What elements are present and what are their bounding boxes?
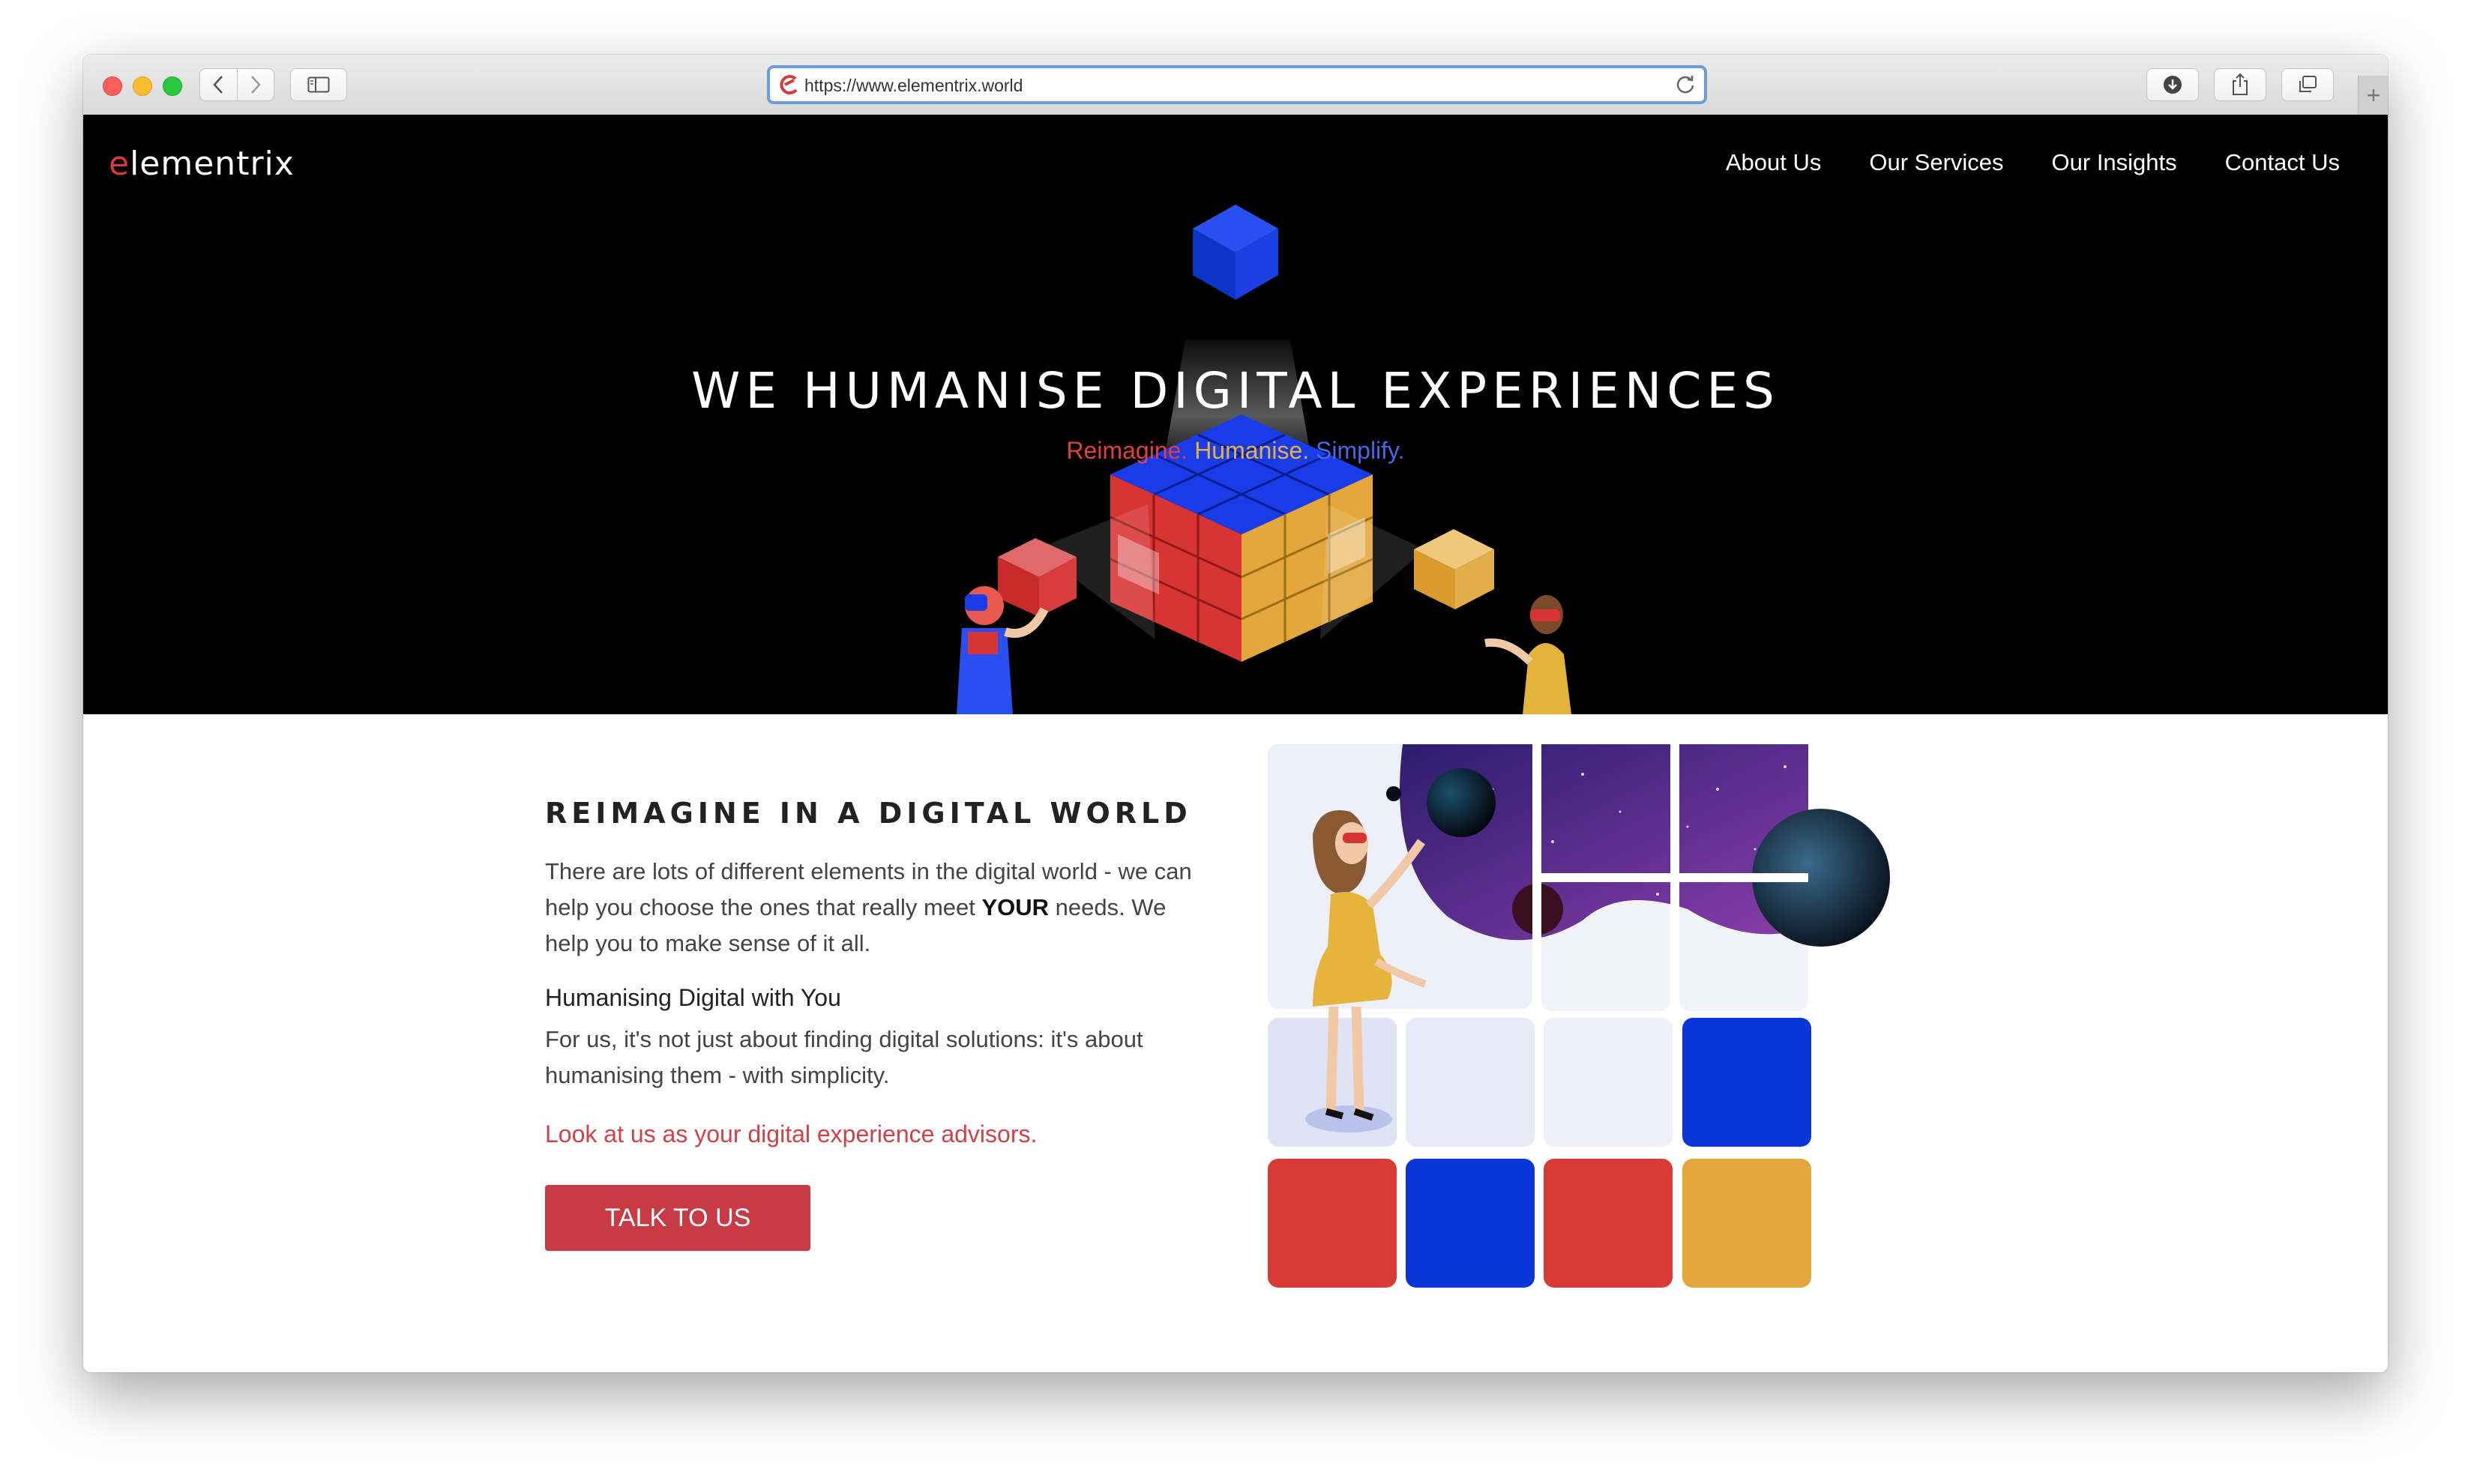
tagline-reimagine: Reimagine.	[1066, 437, 1188, 464]
back-icon	[213, 76, 223, 94]
intro-paragraph: There are lots of different elements in …	[545, 854, 1205, 962]
nav-contact-us[interactable]: Contact Us	[2225, 149, 2340, 176]
humanising-paragraph: For us, it's not just about finding digi…	[545, 1026, 1143, 1088]
yellow-cube	[1414, 529, 1494, 609]
close-window-button[interactable]	[103, 76, 122, 96]
subheading: Humanising Digital with You	[545, 984, 841, 1011]
nav-our-services[interactable]: Our Services	[1869, 149, 2003, 176]
downloads-button[interactable]	[2146, 68, 2199, 101]
web-page: elementrix About Us Our Services Our Ins…	[83, 115, 2388, 1372]
reload-icon[interactable]	[1674, 73, 1697, 96]
section-title: REIMAGINE IN A DIGITAL WORLD	[545, 797, 1192, 830]
tagline-humanise: Humanise.	[1194, 437, 1310, 464]
forward-button[interactable]	[236, 69, 274, 100]
talk-to-us-button[interactable]: TALK TO US	[545, 1185, 810, 1251]
forward-icon	[250, 76, 261, 94]
main-nav: About Us Our Services Our Insights Conta…	[1726, 149, 2340, 176]
hero-title: WE HUMANISE DIGITAL EXPERIENCES	[691, 362, 1780, 420]
zoom-window-button[interactable]	[163, 76, 182, 96]
share-button[interactable]	[2214, 68, 2266, 101]
new-tab-button[interactable]: +	[2358, 76, 2388, 115]
browser-toolbar: https://www.elementrix.world +	[83, 55, 2388, 116]
tabs-icon	[2299, 76, 2317, 92]
logo-wordmark: lementrix	[130, 145, 295, 183]
hero-tagline: Reimagine. Humanise. Simplify.	[83, 437, 2388, 465]
history-nav-group	[199, 68, 274, 101]
minimize-window-button[interactable]	[133, 76, 152, 96]
hero-section: elementrix About Us Our Services Our Ins…	[83, 115, 2388, 714]
site-logo-icon	[780, 75, 798, 95]
url-text[interactable]: https://www.elementrix.world	[804, 76, 1023, 96]
sidebar-toggle-button[interactable]	[290, 68, 347, 101]
floating-blue-cube	[1193, 205, 1278, 300]
show-tabs-button[interactable]	[2281, 68, 2334, 101]
sidebar-icon	[307, 76, 330, 93]
new-tab-symbol: +	[2366, 81, 2381, 109]
advisor-line: Look at us as your digital experience ad…	[545, 1120, 1038, 1147]
intro-text-bold: YOUR	[981, 894, 1050, 920]
nav-our-insights[interactable]: Our Insights	[2052, 149, 2177, 176]
right-person	[1484, 595, 1571, 714]
site-logo[interactable]: elementrix	[109, 145, 295, 183]
logo-letter-e: e	[109, 145, 130, 183]
address-bar[interactable]: https://www.elementrix.world	[767, 65, 1707, 104]
tile-illustration	[1268, 744, 1890, 1288]
nav-about-us[interactable]: About Us	[1726, 149, 1822, 176]
share-icon	[2233, 73, 2248, 95]
download-icon	[2164, 76, 2182, 94]
browser-window: https://www.elementrix.world + elementri…	[83, 55, 2388, 1372]
back-button[interactable]	[200, 69, 237, 100]
tagline-simplify: Simplify.	[1316, 437, 1405, 464]
